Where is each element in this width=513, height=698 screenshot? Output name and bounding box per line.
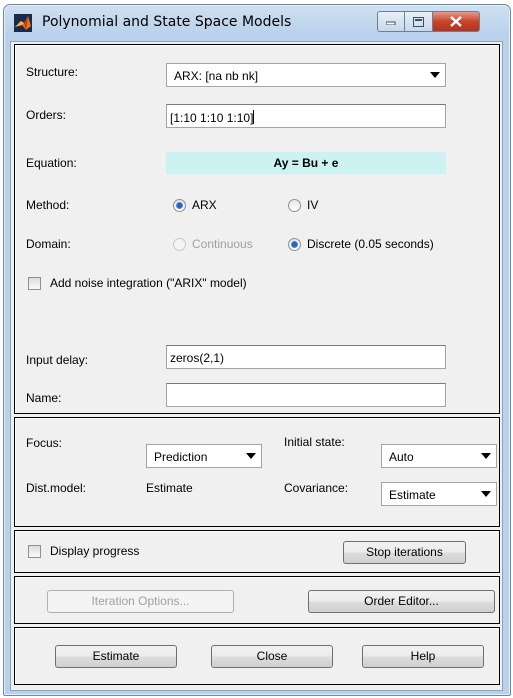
focus-label: Focus: (26, 436, 63, 450)
domain-discrete-radio[interactable] (288, 238, 301, 251)
chevron-down-icon (476, 446, 495, 466)
equation-display: Ay = Bu + e (166, 152, 446, 174)
initial-state-dropdown[interactable]: Auto (381, 444, 497, 468)
noise-integration-checkbox[interactable] (28, 277, 41, 290)
input-delay-label: Input delay: (26, 353, 89, 367)
name-label: Name: (26, 391, 62, 405)
actions-panel: Estimate Close Help (14, 627, 500, 685)
minimize-icon (386, 21, 396, 25)
model-structure-panel: Structure: ARX: [na nb nk] Orders: [1:10… (14, 44, 500, 414)
close-button[interactable]: Close (211, 645, 333, 668)
name-input[interactable] (166, 383, 446, 407)
help-button[interactable]: Help (362, 645, 484, 668)
stop-iterations-button[interactable]: Stop iterations (343, 541, 466, 564)
minimize-button[interactable] (377, 11, 405, 32)
method-arx-radio[interactable] (173, 199, 186, 212)
dist-model-label: Dist.model: (26, 481, 87, 495)
orders-value: [1:10 1:10 1:10] (170, 111, 254, 125)
structure-label: Structure: (26, 65, 79, 79)
display-progress-checkbox[interactable] (28, 545, 41, 558)
method-iv-label[interactable]: IV (307, 198, 318, 212)
domain-continuous-label: Continuous (192, 237, 253, 251)
initial-state-label: Initial state: (284, 435, 345, 449)
method-arx-label[interactable]: ARX (192, 198, 217, 212)
maximize-button[interactable] (405, 11, 433, 32)
title-bar[interactable]: Polynomial and State Space Models (4, 5, 510, 41)
covariance-dropdown[interactable]: Estimate (381, 482, 497, 506)
chevron-down-icon (476, 484, 495, 504)
domain-discrete-label[interactable]: Discrete (0.05 seconds) (307, 237, 434, 251)
input-delay-value: zeros(2,1) (170, 351, 225, 365)
close-window-button[interactable] (433, 11, 480, 32)
text-caret (253, 110, 255, 124)
dialog-window: Polynomial and State Space Models Struct… (3, 4, 511, 696)
editors-panel: Iteration Options... Order Editor... (14, 576, 500, 624)
structure-value: ARX: [na nb nk] (174, 69, 259, 83)
noise-integration-label[interactable]: Add noise integration ("ARIX" model) (50, 276, 247, 290)
domain-label: Domain: (26, 237, 71, 251)
close-icon (450, 16, 462, 27)
equation-label: Equation: (26, 156, 77, 170)
estimation-options-panel: Focus: Prediction Initial state: Auto Di… (14, 417, 500, 527)
estimate-button[interactable]: Estimate (55, 645, 177, 668)
display-progress-label[interactable]: Display progress (50, 544, 139, 558)
covariance-value: Estimate (389, 488, 436, 502)
focus-value: Prediction (154, 450, 208, 464)
orders-input[interactable]: [1:10 1:10 1:10] (166, 104, 446, 128)
initial-state-value: Auto (389, 450, 414, 464)
method-label: Method: (26, 198, 70, 212)
window-title: Polynomial and State Space Models (42, 14, 292, 30)
restore-icon (413, 16, 424, 27)
orders-label: Orders: (26, 108, 67, 122)
chevron-down-icon (425, 65, 444, 85)
focus-dropdown[interactable]: Prediction (146, 444, 262, 468)
progress-panel: Display progress Stop iterations (14, 530, 500, 573)
order-editor-button[interactable]: Order Editor... (308, 590, 495, 613)
covariance-label: Covariance: (284, 481, 349, 495)
chevron-down-icon (241, 446, 260, 466)
matlab-logo-icon (14, 14, 32, 32)
iteration-options-button: Iteration Options... (47, 590, 234, 613)
domain-continuous-radio (173, 238, 186, 251)
structure-dropdown[interactable]: ARX: [na nb nk] (166, 63, 446, 87)
method-iv-radio[interactable] (288, 199, 301, 212)
input-delay-input[interactable]: zeros(2,1) (166, 345, 446, 369)
dist-model-value: Estimate (146, 481, 193, 495)
dialog-client-area: Structure: ARX: [na nb nk] Orders: [1:10… (10, 41, 503, 691)
